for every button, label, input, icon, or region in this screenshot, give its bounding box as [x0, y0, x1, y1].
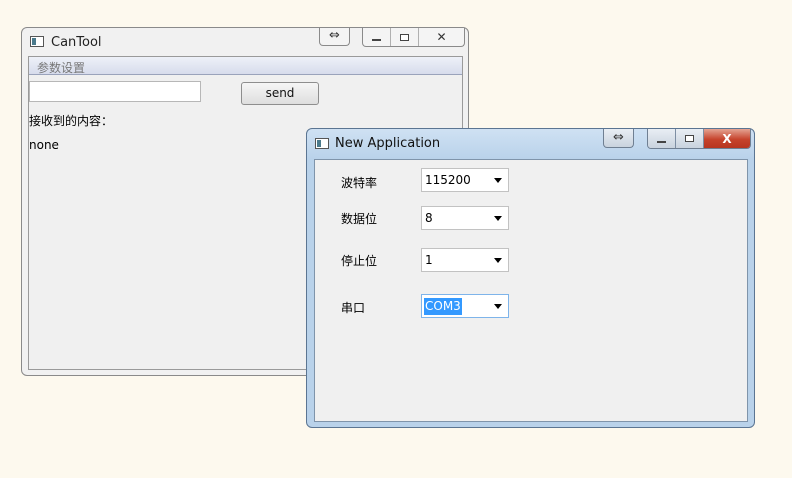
window-title: CanTool [51, 35, 102, 50]
send-input[interactable] [29, 81, 201, 102]
minimize-button[interactable] [363, 28, 391, 46]
baud-rate-value: 115200 [425, 173, 471, 187]
serial-port-value: COM3 [424, 298, 462, 315]
minimize-icon [657, 140, 666, 143]
data-bits-combobox[interactable]: 8 [421, 206, 509, 230]
dropdown-arrow-icon[interactable] [494, 304, 502, 309]
minimize-icon [372, 39, 381, 41]
expand-icon: ⇔ [329, 28, 340, 43]
minimize-button[interactable] [648, 129, 676, 148]
close-button[interactable]: ✕ [419, 28, 464, 46]
maximize-icon [685, 135, 694, 142]
data-bits-label: 数据位 [341, 212, 378, 226]
baud-rate-combobox[interactable]: 115200 [421, 168, 509, 192]
stop-bits-value: 1 [425, 253, 433, 267]
dropdown-arrow-icon[interactable] [494, 178, 502, 183]
app-icon [315, 138, 329, 149]
expand-icon: ⇔ [613, 130, 624, 145]
caption-buttons: X [647, 129, 751, 149]
menu-tab-label: 参数设置 [37, 61, 86, 75]
window-title: New Application [335, 136, 441, 151]
stop-bits-combobox[interactable]: 1 [421, 248, 509, 272]
maximize-button[interactable] [676, 129, 704, 148]
expand-button[interactable]: ⇔ [319, 28, 350, 46]
dropdown-arrow-icon[interactable] [494, 216, 502, 221]
data-bits-value: 8 [425, 211, 433, 225]
send-button[interactable]: send [241, 82, 319, 105]
caption-buttons: ✕ [362, 28, 465, 47]
received-value: none [29, 138, 59, 152]
serial-port-label: 串口 [341, 301, 366, 315]
expand-button[interactable]: ⇔ [603, 129, 634, 148]
stop-bits-label: 停止位 [341, 254, 378, 268]
new-application-window: New Application ⇔ X 波特率 115200 数据位 8 停止位… [306, 128, 755, 428]
cantool-titlebar[interactable]: CanTool ⇔ ✕ [22, 28, 468, 56]
close-button[interactable]: X [704, 129, 750, 148]
serial-port-combobox[interactable]: COM3 [421, 294, 509, 318]
close-icon: ✕ [436, 30, 447, 44]
maximize-button[interactable] [391, 28, 419, 46]
baud-rate-label: 波特率 [341, 176, 378, 190]
menu-tab-params[interactable]: 参数设置 [29, 57, 462, 75]
app-icon [30, 36, 44, 47]
received-label: 接收到的内容： [29, 114, 114, 128]
new-application-client-area: 波特率 115200 数据位 8 停止位 1 串口 COM3 [314, 159, 748, 422]
close-icon: X [722, 131, 732, 146]
maximize-icon [400, 33, 409, 41]
dropdown-arrow-icon[interactable] [494, 258, 502, 263]
